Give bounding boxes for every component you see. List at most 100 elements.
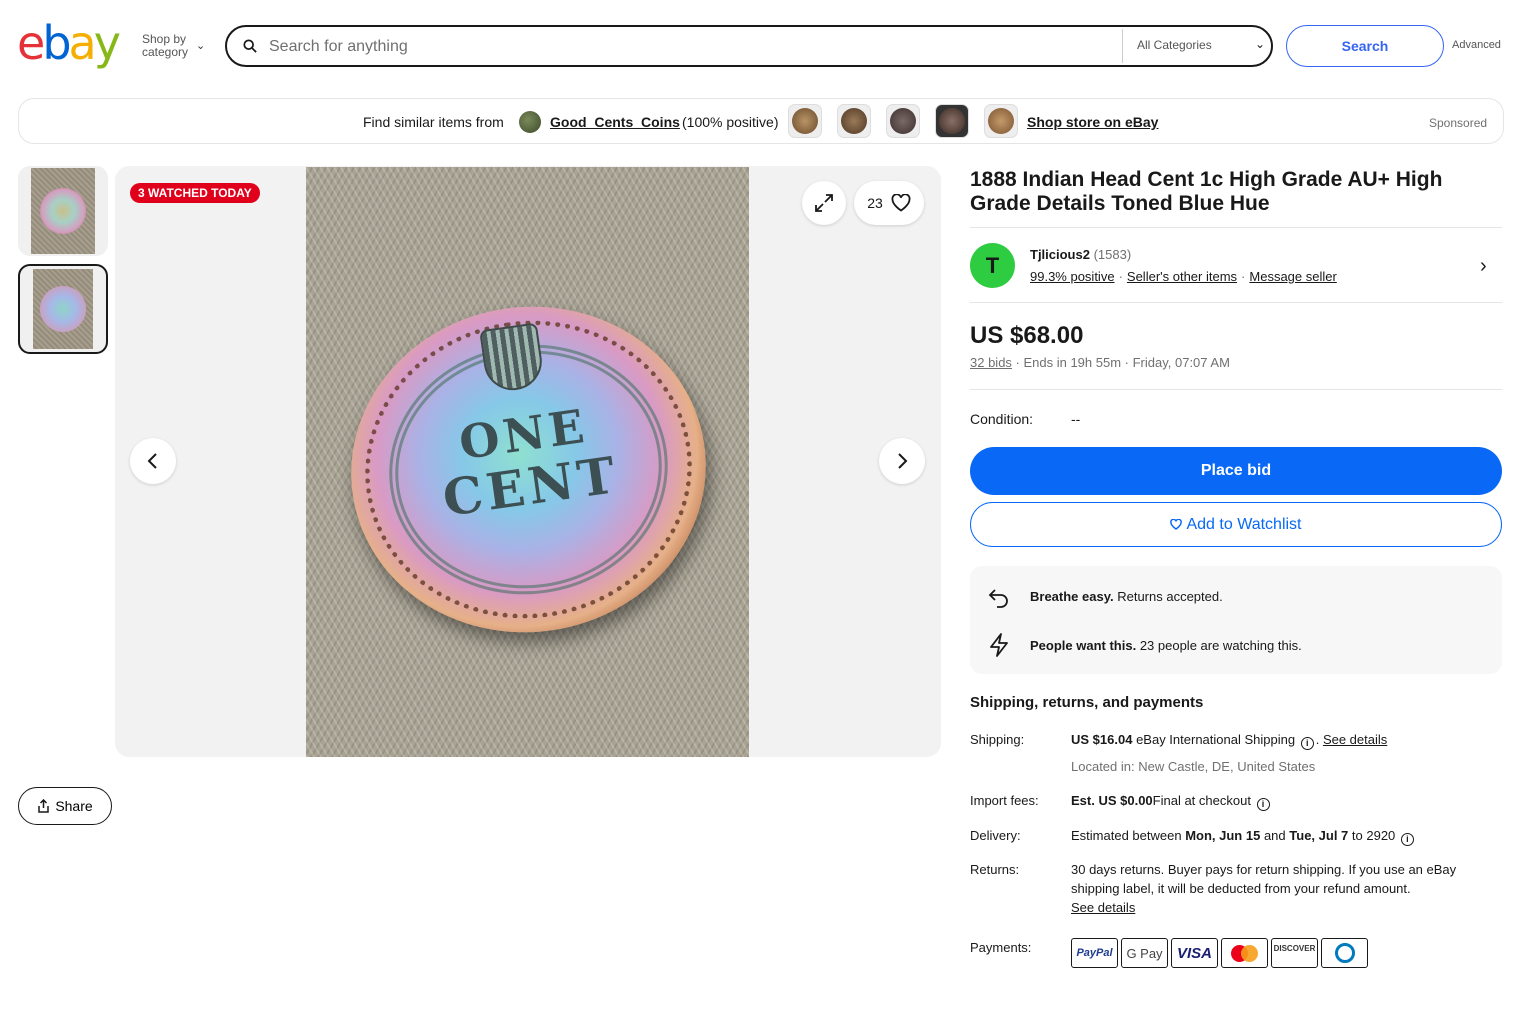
seller-other-items-link[interactable]: Seller's other items	[1127, 269, 1237, 284]
shipping-price: US $16.04	[1071, 732, 1133, 747]
mastercard-logo	[1221, 938, 1268, 968]
add-to-watchlist-button[interactable]: Add to Watchlist	[970, 502, 1502, 547]
returns-see-details-link[interactable]: See details	[1071, 900, 1135, 915]
divider	[970, 389, 1502, 390]
category-select-label: All Categories	[1137, 38, 1212, 52]
shipping-heading: Shipping, returns, and payments	[970, 694, 1204, 711]
chevron-left-icon	[147, 453, 157, 469]
shipping-label: Shipping:	[970, 732, 1025, 747]
watched-today-badge: 3 WATCHED TODAY	[130, 183, 260, 203]
store-name-link[interactable]: Good_Cents_Coins	[550, 114, 680, 130]
heart-icon	[891, 194, 911, 212]
info-icon[interactable]: i	[1300, 737, 1314, 750]
thumbnail-2[interactable]	[18, 264, 108, 354]
shipping-see-details-link[interactable]: See details	[1323, 732, 1387, 747]
signal-watchers-text: 23 people are watching this.	[1139, 638, 1302, 653]
shop-by-category-label: Shop by category	[142, 32, 189, 59]
share-button[interactable]: Share	[18, 787, 112, 825]
add-to-watchlist-label: Add to Watchlist	[1186, 515, 1302, 533]
seller-info: Tjlicious2 (1583)	[1030, 247, 1131, 262]
condition-label: Condition:	[970, 411, 1034, 427]
import-fees-note: Final at checkout	[1152, 793, 1251, 808]
thumbnail-1[interactable]	[18, 166, 108, 256]
previous-image-button[interactable]	[130, 438, 176, 484]
place-bid-button[interactable]: Place bid	[970, 447, 1502, 495]
returns-text: 30 days returns. Buyer pays for return s…	[1071, 862, 1457, 896]
sponsored-label: Sponsored	[1429, 116, 1488, 130]
auction-end-time: Ends in 19h 55m · Friday, 07:07 AM	[1023, 355, 1230, 370]
import-fees-value: Est. US $0.00Final at checkout i	[1071, 791, 1491, 811]
import-fees-label: Import fees:	[970, 793, 1039, 808]
search-input[interactable]	[269, 33, 1109, 61]
divider	[970, 227, 1502, 228]
seller-avatar[interactable]: T	[970, 243, 1015, 288]
store-item-thumbnail[interactable]	[935, 104, 969, 138]
store-banner-prefix: Find similar items from	[363, 114, 504, 130]
import-fees-amount: Est. US $0.00	[1071, 793, 1153, 808]
bids-link[interactable]: 32 bids	[970, 355, 1012, 370]
seller-name[interactable]: Tjlicious2	[1030, 247, 1090, 262]
visa-logo: VISA	[1171, 938, 1218, 968]
advanced-search-link[interactable]: Advanced	[1452, 39, 1501, 51]
seller-positive-link[interactable]: 99.3% positive	[1030, 269, 1115, 284]
discover-logo: DISCOVER	[1271, 938, 1318, 968]
store-avatar[interactable]	[519, 111, 541, 133]
delivery-zip: to 2920	[1351, 828, 1396, 843]
diners-club-logo	[1321, 938, 1368, 968]
store-item-thumbnail[interactable]	[788, 104, 822, 138]
divider	[970, 302, 1502, 303]
shipping-method: eBay International Shipping	[1136, 732, 1296, 747]
google-pay-logo: G Pay	[1121, 938, 1168, 968]
shop-by-category-button[interactable]: Shop by category ⌄	[142, 32, 206, 59]
price: US $68.00	[970, 322, 1084, 349]
signal-watchers-bold: People want this.	[1030, 638, 1137, 653]
seller-feedback-count: (1583)	[1093, 247, 1132, 262]
store-positive: (100% positive)	[682, 114, 779, 130]
header: ebay Shop by category ⌄ All Categories ⌄…	[0, 0, 1520, 90]
trust-signals: Breathe easy. Returns accepted. People w…	[970, 566, 1502, 674]
search-bar: All Categories ⌄	[225, 25, 1273, 67]
image-thumbnails	[18, 166, 108, 362]
payment-methods: PayPal G Pay VISA DISCOVER	[1071, 938, 1368, 968]
payments-label: Payments:	[970, 940, 1032, 955]
fullscreen-button[interactable]	[802, 181, 846, 225]
next-image-button[interactable]	[879, 438, 925, 484]
chevron-down-icon: ⌄	[196, 40, 206, 52]
returns-icon	[988, 589, 1008, 608]
chevron-right-icon[interactable]: ›	[1480, 255, 1487, 278]
info-icon[interactable]: i	[1400, 833, 1414, 846]
share-icon	[38, 799, 50, 813]
shop-store-link[interactable]: Shop store on eBay	[1027, 114, 1158, 130]
sponsored-store-banner: Find similar items from Good_Cents_Coins…	[18, 98, 1504, 144]
delivery-end: Tue, Jul 7	[1289, 828, 1349, 843]
info-icon[interactable]: i	[1256, 798, 1270, 811]
coin-image: ONE CENT	[330, 283, 727, 656]
store-item-thumbnails	[788, 104, 1018, 138]
store-item-thumbnail[interactable]	[886, 104, 920, 138]
condition-value: --	[1071, 411, 1081, 427]
share-label: Share	[55, 798, 93, 814]
delivery-value: Estimated between Mon, Jun 15 and Tue, J…	[1071, 826, 1491, 846]
message-seller-link[interactable]: Message seller	[1249, 269, 1336, 284]
chevron-down-icon: ⌄	[1254, 37, 1265, 51]
search-button[interactable]: Search	[1286, 25, 1444, 67]
thumbnail-image	[31, 168, 95, 254]
returns-label: Returns:	[970, 862, 1020, 877]
watch-count-button[interactable]: 23	[854, 181, 924, 225]
delivery-label: Delivery:	[970, 828, 1021, 843]
bids-info: 32 bids · Ends in 19h 55m · Friday, 07:0…	[970, 355, 1230, 370]
category-select[interactable]: All Categories ⌄	[1137, 37, 1265, 52]
store-item-thumbnail[interactable]	[837, 104, 871, 138]
signal-returns-bold: Breathe easy.	[1030, 589, 1114, 604]
ebay-logo[interactable]: ebay	[17, 18, 121, 68]
signal-watchers: People want this. 23 people are watching…	[970, 624, 1502, 664]
delivery-start: Mon, Jun 15	[1185, 828, 1261, 843]
main-image-viewer[interactable]: ONE CENT	[115, 166, 941, 757]
search-icon	[243, 39, 257, 53]
seller-links: 99.3% positive · Seller's other items · Mess…	[1030, 269, 1337, 284]
store-item-thumbnail[interactable]	[984, 104, 1018, 138]
shipping-value: US $16.04 eBay International Shipping i.…	[1071, 732, 1388, 750]
watch-count: 23	[867, 195, 883, 211]
heart-icon	[1170, 519, 1183, 530]
expand-icon	[815, 194, 833, 212]
